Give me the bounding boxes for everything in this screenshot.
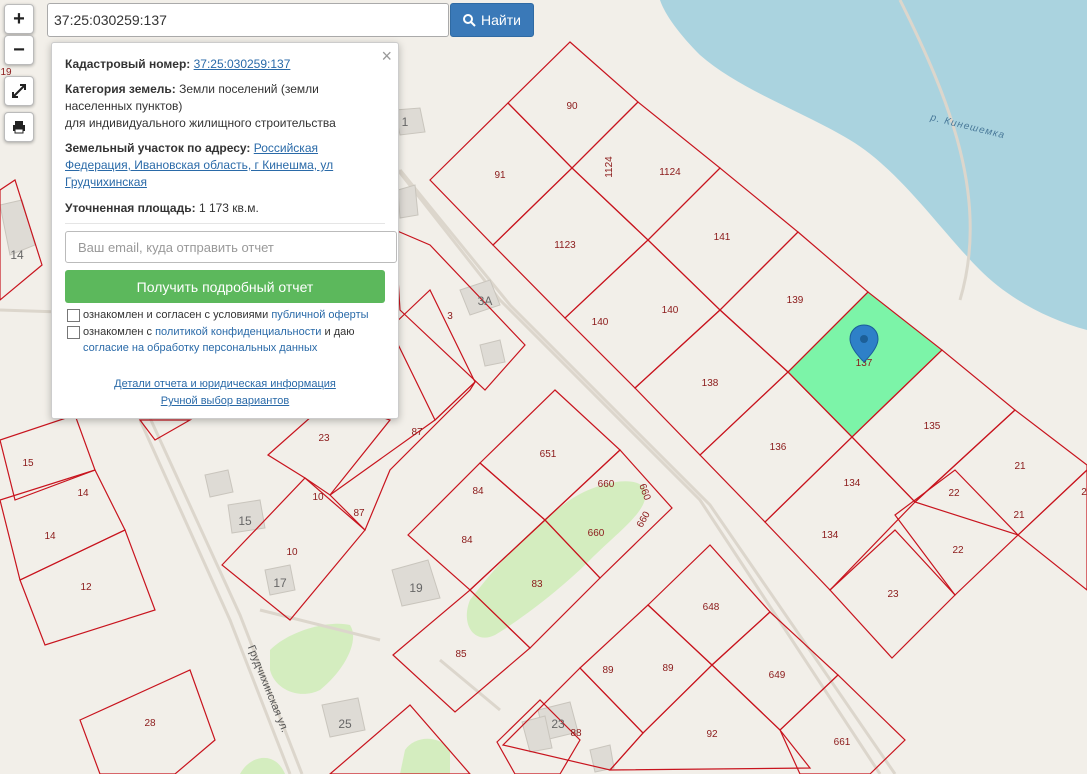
parcel-label: 92 (706, 729, 718, 740)
parcel-label: 22 (948, 488, 960, 499)
zoom-out-button[interactable]: − (4, 35, 34, 65)
category-use: для индивидуального жилищного строительс… (65, 116, 336, 130)
consent-link[interactable]: согласие на обработку персональных данны… (83, 342, 317, 354)
parcel-label: 649 (769, 670, 786, 681)
privacy-and: и даю (324, 326, 355, 338)
parcel-label: 28 (144, 718, 156, 729)
offer-checkbox[interactable] (67, 309, 80, 322)
privacy-text: ознакомлен с (83, 326, 153, 338)
parcel-label: 1124 (659, 167, 681, 178)
parcel-label: 648 (703, 602, 720, 613)
parcel-label: 10 (312, 492, 324, 503)
search-button[interactable]: Найти (450, 3, 534, 37)
parcel-label: 2 (1081, 487, 1087, 498)
parcel-label: 89 (602, 665, 614, 676)
parcel-label: 140 (592, 317, 609, 328)
offer-checkbox-label: ознакомлен и согласен с условиями публич… (83, 307, 369, 323)
privacy-checkbox[interactable] (67, 326, 80, 339)
print-button[interactable] (4, 112, 34, 142)
search-input[interactable] (47, 3, 449, 37)
building-label: 19 (409, 581, 423, 595)
address-row: Земельный участок по адресу: Российская … (65, 140, 385, 191)
privacy-link[interactable]: политикой конфиденциальности (155, 326, 321, 338)
manual-link-row: Ручной выбор вариантов (52, 395, 398, 407)
parcel-label: 138 (702, 378, 719, 389)
parcel-label: 136 (770, 442, 787, 453)
parcel-label: 1123 (554, 240, 576, 251)
river-water (660, 0, 1087, 330)
building-label: 15 (238, 514, 252, 528)
green-area (270, 623, 354, 694)
fullscreen-button[interactable] (4, 76, 34, 106)
manual-selection-link[interactable]: Ручной выбор вариантов (161, 395, 289, 407)
parcel-label: 651 (540, 449, 557, 460)
expand-icon (12, 84, 26, 98)
parcel-label: 22 (952, 545, 964, 556)
search-icon (463, 13, 476, 27)
area-value: 1 173 кв.м. (198, 201, 259, 215)
get-report-button[interactable]: Получить подробный отчет (65, 270, 385, 303)
parcel-label: 89 (662, 663, 674, 674)
cadastral-number-link[interactable]: 37:25:030259:137 (194, 57, 291, 71)
parcel-info-popup: × Кадастровый номер: 37:25:030259:137 Ка… (51, 42, 399, 419)
building-label: 3A (478, 294, 493, 308)
parcel-label: 83 (531, 579, 543, 590)
category-label: Категория земель: (65, 82, 176, 96)
parcel-label: 84 (472, 486, 484, 497)
parcel-label: 141 (714, 232, 731, 243)
parcel-label: 87 (353, 508, 365, 519)
parcel-label: 14 (44, 531, 56, 542)
building-label: 1 (402, 115, 409, 129)
parcel-label: 661 (834, 737, 851, 748)
details-link-row: Детали отчета и юридическая информация (52, 378, 398, 390)
parcel-label: 21 (1014, 461, 1026, 472)
parcel-label: 91 (494, 170, 506, 181)
parcel-label: 660 (588, 528, 605, 539)
parcel-label: 87 (411, 427, 423, 438)
parcel-label: 1124 (604, 156, 615, 178)
parcel-label: 90 (566, 101, 578, 112)
divider (65, 223, 385, 224)
email-field[interactable] (65, 231, 397, 263)
cadastral-number-row: Кадастровый номер: 37:25:030259:137 (65, 56, 385, 73)
cadastral-label: Кадастровый номер: (65, 57, 191, 71)
privacy-checkbox-label: ознакомлен с политикой конфиденциальност… (83, 324, 383, 356)
parcel-label: 14 (77, 488, 89, 499)
green-area (240, 757, 285, 774)
parcel-label: 12 (80, 582, 92, 593)
building-label: 17 (273, 576, 287, 590)
parcel-label: 140 (662, 305, 679, 316)
parcel-label: 3 (447, 311, 453, 322)
parcel-label: 21 (1013, 510, 1025, 521)
parcel-label: 139 (787, 295, 804, 306)
building-label: 14 (10, 248, 24, 262)
building-label: 25 (338, 717, 352, 731)
report-details-link[interactable]: Детали отчета и юридическая информация (114, 378, 336, 390)
parcel-label: 88 (570, 728, 582, 739)
parcel-label: 660 (598, 479, 615, 490)
land-category-row: Категория земель: Земли поселений (земли… (65, 81, 385, 132)
parcel-label: 23 (318, 433, 330, 444)
parcel-label: 134 (822, 530, 839, 541)
zoom-in-button[interactable]: + (4, 4, 34, 34)
offer-text: ознакомлен и согласен с условиями (83, 309, 269, 321)
print-icon (13, 121, 25, 134)
address-label: Земельный участок по адресу: (65, 141, 251, 155)
search-button-label: Найти (481, 12, 521, 28)
parcel-label: 134 (844, 478, 861, 489)
parcel-label: 10 (286, 547, 298, 558)
offer-link[interactable]: публичной оферты (271, 309, 368, 321)
building-label: 23 (551, 717, 565, 731)
parcel-label: 23 (887, 589, 899, 600)
parcel-label: 85 (455, 649, 467, 660)
area-row: Уточненная площадь: 1 173 кв.м. (65, 200, 385, 217)
parcel-label: 15 (22, 458, 34, 469)
green-area (400, 738, 450, 774)
parcel-label: 135 (924, 421, 941, 432)
parcel-label: 84 (461, 535, 473, 546)
area-label: Уточненная площадь: (65, 201, 196, 215)
